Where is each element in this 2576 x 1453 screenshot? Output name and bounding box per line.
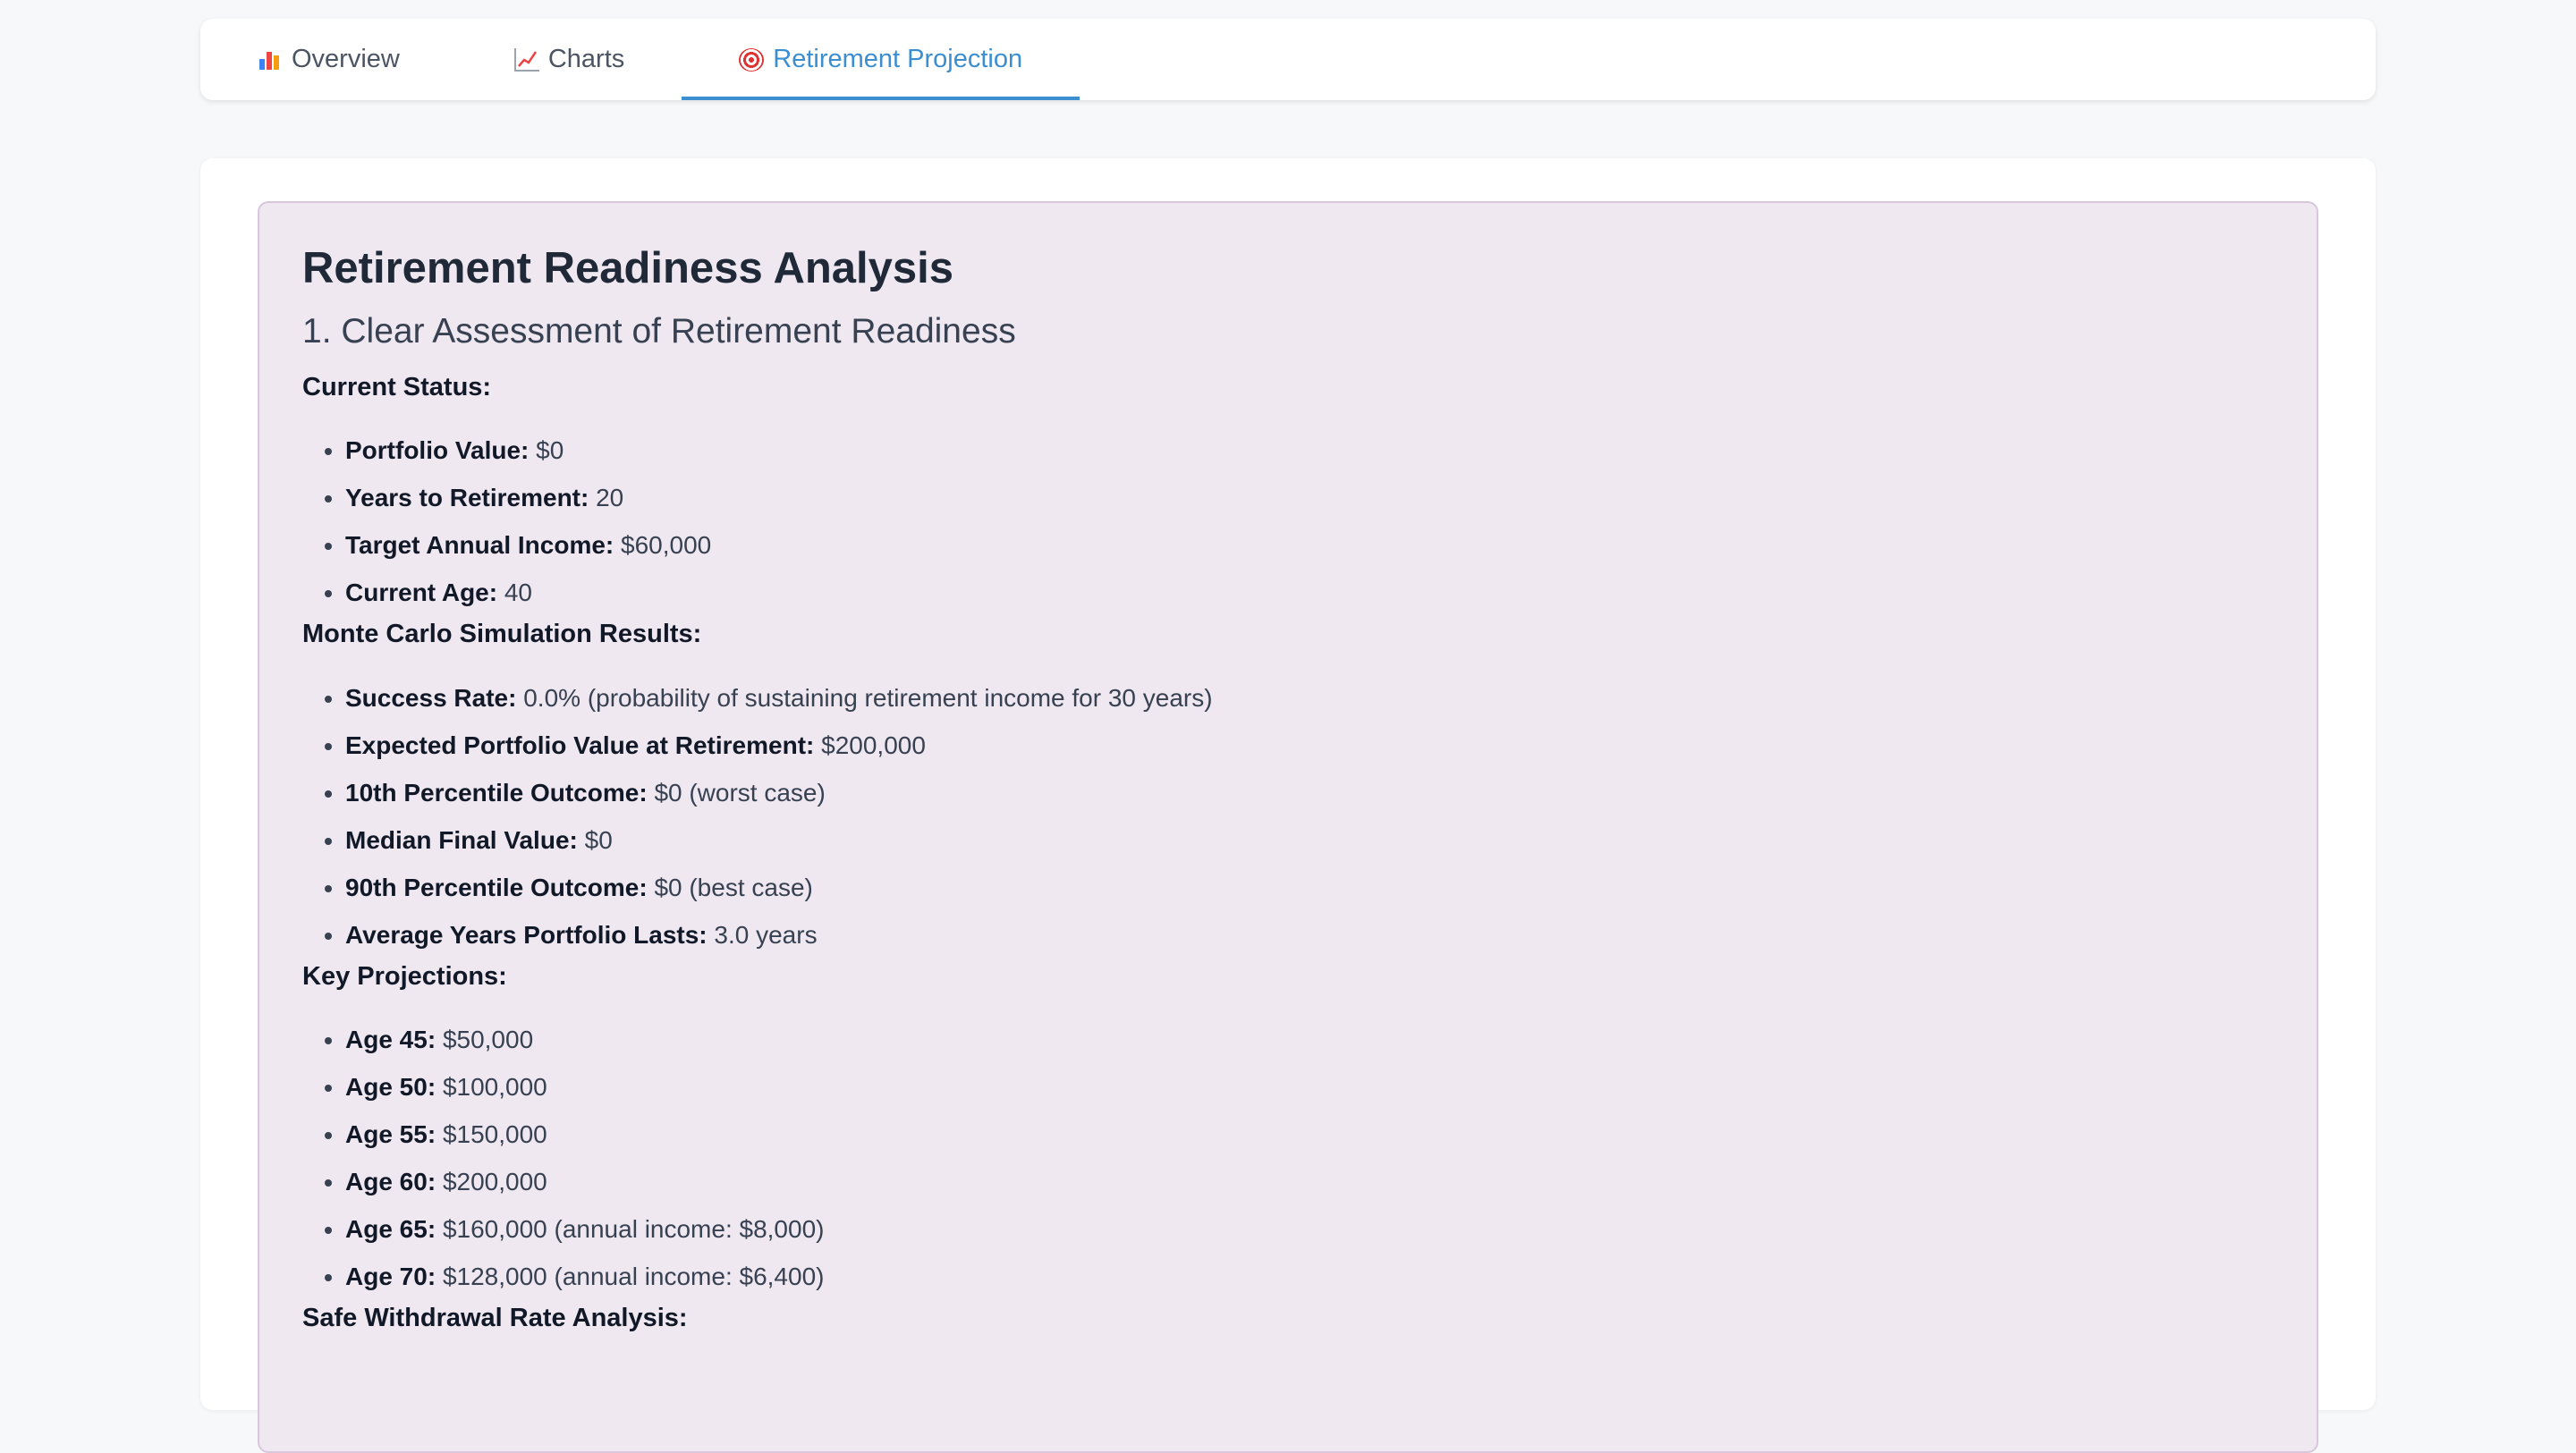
item-label: Target Annual Income: (345, 531, 614, 560)
tab-charts[interactable]: Charts (457, 19, 682, 100)
bar-chart-icon (258, 48, 283, 72)
item-label: Years to Retirement: (345, 484, 589, 512)
item-label: Success Rate: (345, 683, 517, 712)
tab-overview-label: Overview (292, 45, 400, 73)
item-label: Expected Portfolio Value at Retirement: (345, 731, 815, 759)
analysis-panel: Retirement Readiness Analysis 1. Clear A… (258, 201, 2318, 1453)
safe-withdrawal-heading: Safe Withdrawal Rate Analysis: (302, 1304, 688, 1333)
item-label: Age 45: (345, 1026, 436, 1054)
tab-retirement-projection-label: Retirement Projection (773, 45, 1023, 73)
content-card: Retirement Readiness Analysis 1. Clear A… (200, 158, 2376, 1453)
item-value: 40 (504, 579, 533, 607)
monte-carlo-heading: Monte Carlo Simulation Results: (302, 620, 702, 649)
analysis-title: Retirement Readiness Analysis (302, 244, 954, 292)
item-value: 3.0 years (714, 920, 818, 949)
item-label: Average Years Portfolio Lasts: (345, 920, 708, 949)
list-item: Expected Portfolio Value at Retirement: … (345, 722, 2274, 769)
current-status-list: Portfolio Value: $0 Years to Retirement:… (302, 427, 2274, 616)
list-item: 90th Percentile Outcome: $0 (best case) (345, 864, 2274, 911)
item-label: Age 50: (345, 1073, 436, 1102)
item-label: Median Final Value: (345, 825, 578, 854)
item-value: $200,000 (442, 1168, 547, 1196)
item-value: $100,000 (442, 1073, 547, 1102)
item-label: Current Age: (345, 579, 498, 607)
key-projections-heading: Key Projections: (302, 961, 507, 991)
current-status-heading: Current Status: (302, 372, 492, 401)
item-value: $0 (worst case) (654, 778, 826, 807)
item-value: $128,000 (annual income: $6,400) (442, 1263, 825, 1291)
list-item: Success Rate: 0.0% (probability of susta… (345, 674, 2274, 722)
list-item: Age 45: $50,000 (345, 1016, 2274, 1063)
item-label: Age 70: (345, 1263, 436, 1291)
tab-bar: Overview Charts Retirement Projection (200, 19, 2376, 100)
item-label: Age 55: (345, 1120, 436, 1149)
list-item: Average Years Portfolio Lasts: 3.0 years (345, 911, 2274, 959)
item-label: Portfolio Value: (345, 436, 530, 465)
list-item: Age 65: $160,000 (annual income: $8,000) (345, 1205, 2274, 1253)
item-value: 0.0% (probability of sustaining retireme… (523, 683, 1213, 712)
item-value: $50,000 (442, 1026, 534, 1054)
item-label: Age 65: (345, 1215, 436, 1244)
list-item: Target Annual Income: $60,000 (345, 521, 2274, 569)
list-item: Years to Retirement: 20 (345, 474, 2274, 521)
list-item: Median Final Value: $0 (345, 816, 2274, 864)
analysis-subtitle: 1. Clear Assessment of Retirement Readin… (302, 311, 1016, 351)
item-value: 20 (596, 484, 624, 512)
item-value: $0 (best case) (654, 873, 813, 901)
list-item: Age 60: $200,000 (345, 1158, 2274, 1205)
item-value: $200,000 (821, 731, 926, 759)
tab-overview[interactable]: Overview (200, 19, 457, 100)
item-label: 10th Percentile Outcome: (345, 778, 648, 807)
key-projections-list: Age 45: $50,000 Age 50: $100,000 Age 55:… (302, 1016, 2274, 1300)
item-label: Age 60: (345, 1168, 436, 1196)
list-item: Age 50: $100,000 (345, 1063, 2274, 1111)
item-value: $160,000 (annual income: $8,000) (442, 1215, 825, 1244)
target-icon (739, 47, 765, 72)
list-item: Age 55: $150,000 (345, 1111, 2274, 1158)
monte-carlo-list: Success Rate: 0.0% (probability of susta… (302, 674, 2274, 959)
item-value: $0 (536, 436, 564, 465)
item-label: 90th Percentile Outcome: (345, 873, 648, 901)
list-item: Portfolio Value: $0 (345, 427, 2274, 474)
list-item: Age 70: $128,000 (annual income: $6,400) (345, 1253, 2274, 1300)
item-value: $150,000 (442, 1120, 547, 1149)
tab-charts-label: Charts (547, 45, 625, 73)
list-item: 10th Percentile Outcome: $0 (worst case) (345, 769, 2274, 816)
tab-retirement-projection[interactable]: Retirement Projection (682, 19, 1080, 100)
item-value: $60,000 (621, 531, 712, 560)
item-value: $0 (584, 825, 613, 854)
list-item: Current Age: 40 (345, 569, 2274, 616)
line-chart-icon (513, 47, 539, 72)
